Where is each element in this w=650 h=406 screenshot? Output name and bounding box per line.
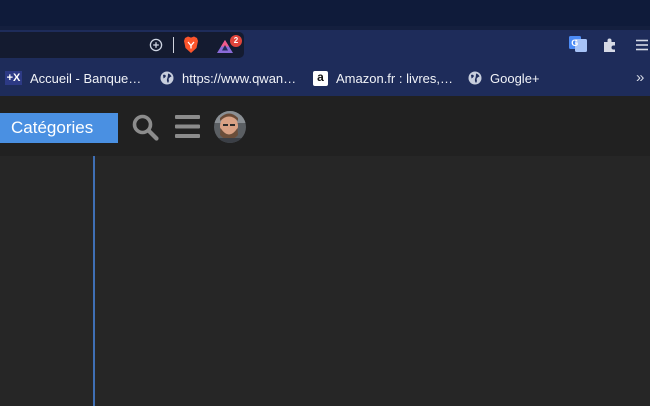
url-bar: 2	[0, 32, 244, 58]
bookmark-google-plus[interactable]: Google+	[468, 68, 540, 88]
amazon-favicon: a	[313, 70, 328, 86]
url-input[interactable]	[0, 32, 140, 58]
bookmark-label: Google+	[490, 70, 540, 86]
search-icon[interactable]	[131, 113, 159, 141]
bookmark-qwant[interactable]: https://www.qwan…	[160, 68, 296, 88]
page-content	[0, 156, 650, 406]
bookmarks-bar: +X Accueil - Banque… https://www.qwan… a…	[0, 60, 650, 96]
avatar[interactable]	[214, 111, 246, 143]
hamburger-menu-icon[interactable]	[175, 115, 200, 138]
bank-favicon: +X	[5, 71, 22, 85]
bookmark-accueil-banque[interactable]: +X Accueil - Banque…	[5, 68, 141, 88]
rewards-badge: 2	[230, 35, 242, 47]
urlbar-divider	[173, 37, 174, 53]
categories-label: Catégories	[11, 118, 94, 137]
bookmark-label: https://www.qwan…	[182, 70, 297, 86]
zoom-plus-icon[interactable]	[149, 38, 163, 52]
globe-icon	[468, 71, 482, 85]
translate-icon[interactable]: G	[569, 36, 587, 52]
bookmark-label: Accueil - Banque…	[30, 70, 142, 86]
bookmarks-overflow-button[interactable]: »	[636, 67, 644, 87]
brave-lion-icon[interactable]	[183, 36, 199, 54]
globe-icon	[160, 71, 174, 85]
bookmark-amazon[interactable]: a Amazon.fr : livres,…	[313, 68, 453, 88]
window-titlebar	[0, 0, 650, 26]
vertical-divider-line	[93, 156, 95, 406]
svg-text:G: G	[571, 38, 578, 48]
site-header: Catégories	[0, 96, 650, 156]
bookmark-label: Amazon.fr : livres,…	[336, 70, 454, 86]
categories-button[interactable]: Catégories	[0, 113, 118, 143]
browser-toolbar: 2 G	[0, 30, 650, 60]
menu-icon[interactable]	[636, 39, 648, 51]
extensions-puzzle-icon[interactable]	[602, 37, 618, 53]
